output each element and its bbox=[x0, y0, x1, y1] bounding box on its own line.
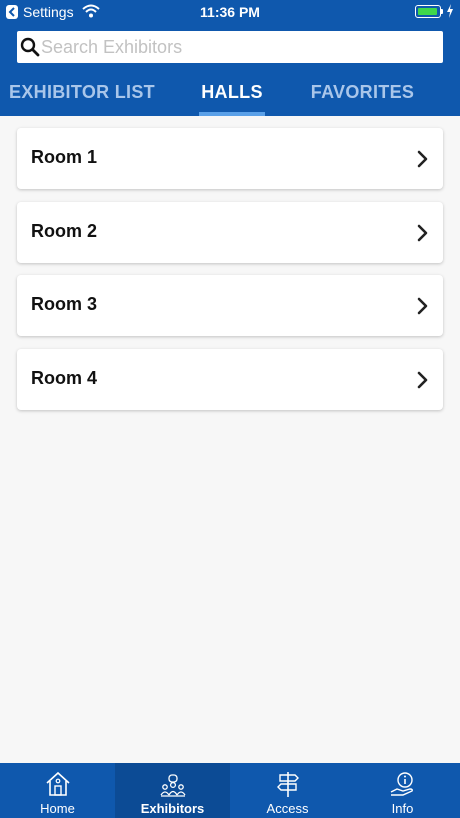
room-label: Room 3 bbox=[31, 294, 98, 314]
nav-info[interactable]: Info bbox=[345, 763, 460, 818]
nav-exhibitors-label: Exhibitors bbox=[140, 801, 205, 816]
nav-info-label: Info bbox=[391, 801, 414, 816]
nav-home-label: Home bbox=[40, 801, 75, 816]
search-icon bbox=[20, 37, 40, 62]
chevron-right-icon bbox=[417, 371, 429, 394]
search-bar[interactable] bbox=[17, 31, 443, 63]
list-item-room-3[interactable]: Room 3 bbox=[17, 275, 443, 336]
app-header: Settings 11:36 PM EXHIBITOR LIST HALL bbox=[0, 0, 460, 116]
status-time: 11:36 PM bbox=[200, 4, 260, 20]
nav-home[interactable]: Home bbox=[0, 763, 115, 818]
home-icon bbox=[45, 770, 71, 798]
search-input[interactable] bbox=[41, 31, 437, 63]
room-label: Room 1 bbox=[31, 147, 98, 167]
battery-level bbox=[418, 8, 437, 15]
battery-icon bbox=[415, 5, 441, 18]
info-hand-icon bbox=[390, 770, 416, 798]
tab-bar: EXHIBITOR LIST HALLS FAVORITES bbox=[0, 72, 460, 116]
bottom-nav: Home Exhibitors Access Info bbox=[0, 763, 460, 818]
room-label: Room 4 bbox=[31, 368, 98, 388]
nav-access[interactable]: Access bbox=[230, 763, 345, 818]
list-item-room-1[interactable]: Room 1 bbox=[17, 128, 443, 189]
chevron-right-icon bbox=[417, 224, 429, 247]
active-tab-indicator bbox=[199, 112, 265, 116]
chevron-right-icon bbox=[417, 150, 429, 173]
list-item-room-2[interactable]: Room 2 bbox=[17, 202, 443, 263]
nav-access-label: Access bbox=[266, 801, 309, 816]
list-item-room-4[interactable]: Room 4 bbox=[17, 349, 443, 410]
status-bar: Settings 11:36 PM bbox=[0, 0, 460, 24]
chevron-right-icon bbox=[417, 297, 429, 320]
nav-exhibitors[interactable]: Exhibitors bbox=[115, 763, 230, 818]
exhibitors-icon bbox=[160, 770, 186, 798]
room-label: Room 2 bbox=[31, 221, 98, 241]
signpost-icon bbox=[275, 770, 301, 798]
tab-exhibitor-list[interactable]: EXHIBITOR LIST bbox=[0, 72, 164, 116]
battery-tip bbox=[441, 9, 443, 14]
tab-favorites[interactable]: FAVORITES bbox=[300, 72, 425, 116]
charging-bolt-icon bbox=[446, 4, 454, 21]
tab-halls[interactable]: HALLS bbox=[182, 72, 282, 116]
